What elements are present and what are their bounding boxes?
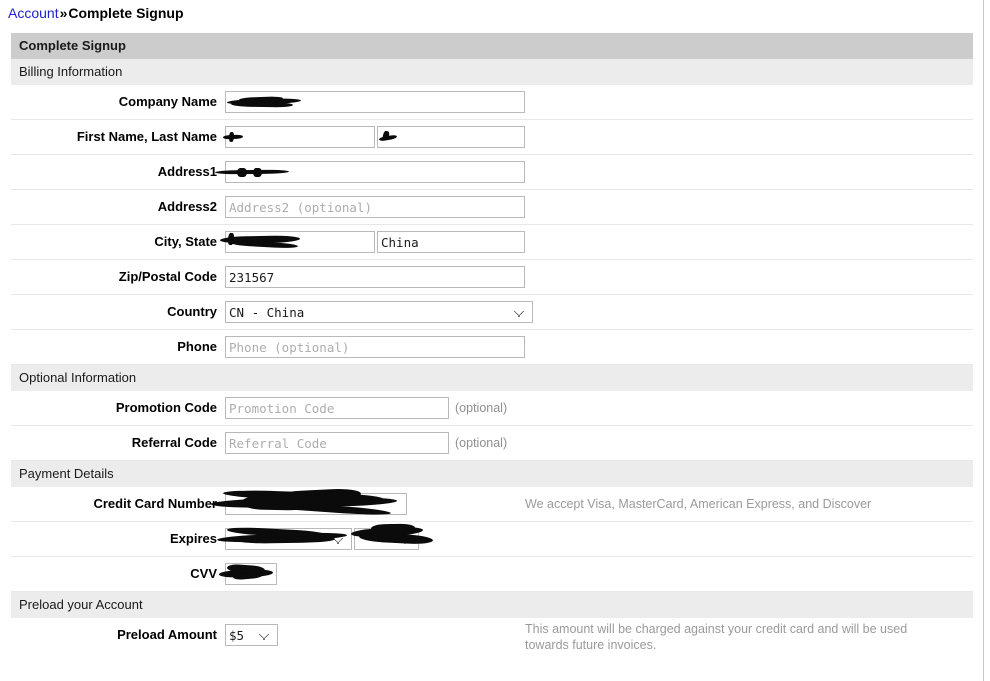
expires-year-select[interactable] bbox=[354, 528, 419, 550]
row-phone: Phone bbox=[11, 330, 973, 365]
row-address1: Address1 bbox=[11, 155, 973, 190]
section-optional-information: Optional Information bbox=[11, 365, 973, 391]
row-credit-card-number: Credit Card Number We accept Visa, Maste… bbox=[11, 487, 973, 522]
row-first-last-name: First Name, Last Name bbox=[11, 120, 973, 155]
preload-amount-select[interactable]: $5 bbox=[225, 624, 278, 646]
credit-card-accepted-hint: We accept Visa, MasterCard, American Exp… bbox=[525, 497, 872, 511]
fields-company-name bbox=[225, 91, 973, 113]
label-credit-card-number: Credit Card Number bbox=[93, 496, 217, 511]
address1-input[interactable] bbox=[225, 161, 525, 183]
label-address2: Address2 bbox=[157, 199, 217, 214]
last-name-input[interactable] bbox=[377, 126, 525, 148]
fields-zip-postal-code bbox=[225, 266, 973, 288]
row-country: Country CN - China bbox=[11, 295, 973, 330]
label-referral-code: Referral Code bbox=[131, 435, 217, 450]
promotion-code-optional-hint: (optional) bbox=[455, 401, 508, 415]
fields-country: CN - China bbox=[225, 301, 973, 323]
promotion-code-input[interactable] bbox=[225, 397, 449, 419]
fields-city-state bbox=[219, 231, 973, 253]
company-name-input[interactable] bbox=[225, 91, 525, 113]
row-expires: Expires bbox=[11, 522, 973, 557]
label-promotion-code: Promotion Code bbox=[115, 400, 217, 415]
label-zip-postal-code: Zip/Postal Code bbox=[118, 269, 217, 284]
label-cvv: CVV bbox=[190, 566, 217, 581]
expires-month-select[interactable] bbox=[225, 528, 352, 550]
label-phone: Phone bbox=[177, 339, 217, 354]
label-preload-amount: Preload Amount bbox=[117, 627, 217, 642]
fields-credit-card-number: We accept Visa, MasterCard, American Exp… bbox=[210, 487, 973, 517]
row-company-name: Company Name bbox=[11, 85, 973, 120]
fields-phone bbox=[225, 336, 973, 358]
breadcrumb-link-account[interactable]: Account bbox=[8, 5, 59, 21]
fields-expires bbox=[216, 523, 973, 550]
first-name-input[interactable] bbox=[225, 126, 375, 148]
label-first-last-name: First Name, Last Name bbox=[76, 129, 217, 144]
label-company-name: Company Name bbox=[118, 94, 217, 109]
row-promotion-code: Promotion Code (optional) bbox=[11, 391, 973, 426]
fields-address2 bbox=[225, 196, 973, 218]
city-input[interactable] bbox=[225, 231, 375, 253]
row-referral-code: Referral Code (optional) bbox=[11, 426, 973, 461]
state-input[interactable] bbox=[377, 231, 525, 253]
section-preload-your-account: Preload your Account bbox=[11, 592, 973, 618]
row-zip-postal-code: Zip/Postal Code bbox=[11, 260, 973, 295]
fields-address1 bbox=[214, 161, 973, 183]
breadcrumb: Account»Complete Signup bbox=[0, 0, 990, 22]
address2-input[interactable] bbox=[225, 196, 525, 218]
fields-referral-code: (optional) bbox=[225, 432, 973, 454]
referral-code-input[interactable] bbox=[225, 432, 449, 454]
label-address1: Address1 bbox=[157, 164, 217, 179]
cvv-input[interactable] bbox=[225, 563, 277, 585]
fields-first-last-name bbox=[222, 126, 973, 148]
referral-code-optional-hint: (optional) bbox=[455, 436, 508, 450]
breadcrumb-separator: » bbox=[59, 5, 68, 21]
complete-signup-panel: Complete Signup Billing Information Comp… bbox=[11, 33, 973, 652]
label-country: Country bbox=[167, 304, 217, 319]
breadcrumb-current: Complete Signup bbox=[68, 5, 184, 21]
row-address2: Address2 bbox=[11, 190, 973, 225]
row-city-state: City, State bbox=[11, 225, 973, 260]
fields-promotion-code: (optional) bbox=[225, 397, 973, 419]
signup-page: Account»Complete Signup Complete Signup … bbox=[0, 0, 990, 681]
section-payment-details: Payment Details bbox=[11, 461, 973, 487]
label-expires: Expires bbox=[170, 531, 217, 546]
page-right-edge bbox=[983, 0, 984, 681]
row-preload-amount: Preload Amount $5 This amount will be ch… bbox=[11, 618, 973, 652]
fields-preload-amount: $5 This amount will be charged against y… bbox=[225, 622, 973, 652]
preload-amount-hint: This amount will be charged against your… bbox=[525, 622, 908, 652]
panel-title: Complete Signup bbox=[11, 33, 973, 59]
label-city-state: City, State bbox=[154, 234, 217, 249]
credit-card-number-input[interactable] bbox=[225, 493, 407, 515]
phone-input[interactable] bbox=[225, 336, 525, 358]
section-billing-information: Billing Information bbox=[11, 59, 973, 85]
zip-postal-code-input[interactable] bbox=[225, 266, 525, 288]
row-cvv: CVV bbox=[11, 557, 973, 592]
country-select[interactable]: CN - China bbox=[225, 301, 533, 323]
fields-cvv bbox=[218, 563, 973, 585]
